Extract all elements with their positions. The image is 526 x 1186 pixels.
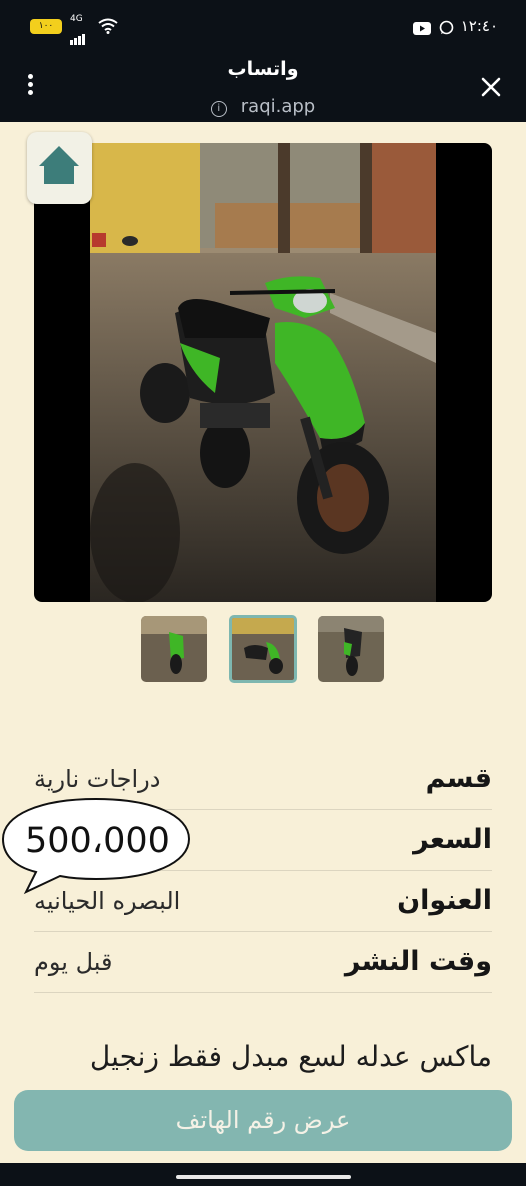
- battery-icon: ١٠٠: [30, 19, 62, 34]
- wifi-icon: [98, 18, 118, 34]
- detail-label: السعر: [413, 824, 492, 855]
- system-nav-bar: [0, 1163, 526, 1186]
- network-type: 4G: [70, 14, 83, 24]
- close-icon[interactable]: [474, 70, 508, 104]
- home-icon: [39, 146, 79, 184]
- detail-value: قبل يوم: [34, 948, 113, 976]
- photo-thumbnail[interactable]: [318, 616, 384, 682]
- home-button[interactable]: [27, 132, 92, 204]
- home-indicator[interactable]: [176, 1175, 351, 1179]
- detail-label: قسم: [425, 763, 492, 794]
- photo-thumbnail-selected[interactable]: [229, 615, 297, 683]
- notification-icons: [412, 20, 454, 39]
- page-title: واتساب: [227, 58, 299, 80]
- listing-main-photo[interactable]: [34, 143, 492, 602]
- info-icon[interactable]: i: [210, 101, 227, 117]
- scooter-photo: [90, 143, 436, 602]
- photo-thumbnail[interactable]: [141, 616, 207, 682]
- clock: ١٢:٤٠: [460, 17, 498, 35]
- listing-description: ماكس عدله لسع مبدل فقط زنجيل: [89, 1040, 492, 1073]
- detail-row-posted: وقت النشر قبل يوم: [34, 932, 492, 993]
- browser-header: واتساب i raqi.app: [0, 50, 526, 122]
- youtube-icon: [412, 22, 431, 35]
- price-value: 500،000: [25, 821, 170, 861]
- detail-value: دراجات نارية: [34, 765, 161, 793]
- detail-label: وقت النشر: [344, 946, 492, 977]
- url-bar[interactable]: i raqi.app: [0, 96, 526, 117]
- show-phone-button[interactable]: عرض رقم الهاتف: [14, 1090, 512, 1151]
- status-bar: ١٠٠ 4G ١٢:٤٠: [0, 0, 526, 50]
- signal-icon: [70, 26, 86, 45]
- whatsapp-icon: [439, 20, 454, 35]
- url-text: raqi.app: [240, 96, 316, 117]
- detail-label: العنوان: [397, 885, 492, 916]
